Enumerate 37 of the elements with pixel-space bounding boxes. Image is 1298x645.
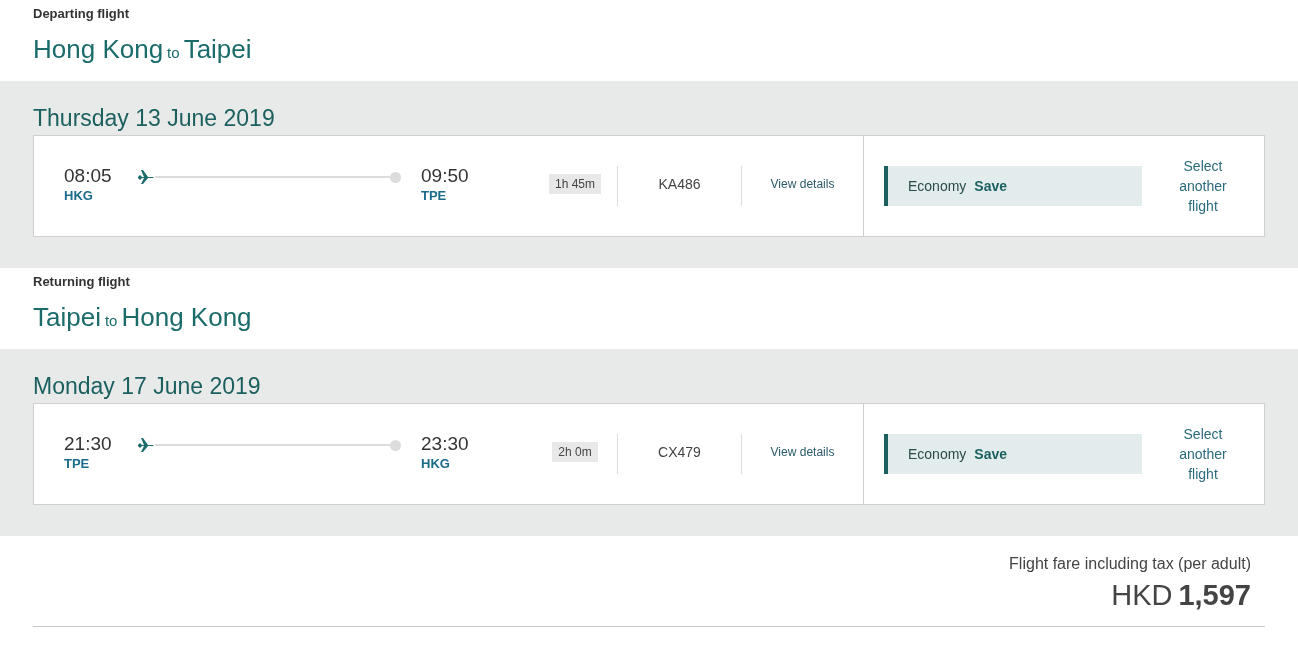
route-connector: to: [104, 310, 118, 331]
airplane-icon: [137, 437, 155, 453]
currency-code: HKD: [1111, 578, 1173, 613]
origin-city: Hong Kong: [33, 32, 164, 66]
flight-number: CX479: [658, 442, 701, 462]
section-label: Returning flight: [33, 273, 131, 291]
airport-code: TPE: [421, 187, 447, 206]
duration-badge: 1h 45m: [549, 174, 601, 194]
view-details-link[interactable]: View details: [770, 175, 835, 193]
section-label: Departing flight: [33, 5, 131, 23]
route-connector: to: [167, 42, 180, 63]
cabin-class: Economy: [908, 444, 967, 464]
cabin-class: Economy: [908, 176, 967, 196]
fare-option[interactable]: Economy Save: [884, 166, 1142, 206]
airport-code: HKG: [64, 187, 93, 206]
select-another-flight-link[interactable]: Select another flight: [1163, 424, 1243, 484]
departure-time: 08:05: [64, 166, 112, 187]
total-fare: 1,597: [1178, 578, 1251, 613]
arrival-time: 23:30: [421, 434, 469, 455]
flight-number: KA486: [658, 174, 701, 194]
flight-date: Thursday 13 June 2019: [33, 104, 275, 133]
destination-city: Hong Kong: [121, 300, 252, 334]
airport-code: HKG: [421, 455, 450, 474]
destination-city: Taipei: [183, 32, 252, 66]
view-details-link[interactable]: View details: [770, 443, 835, 461]
fare-type: Save: [974, 444, 1008, 464]
flight-date: Monday 17 June 2019: [33, 372, 261, 401]
duration-badge: 2h 0m: [552, 442, 598, 462]
airplane-icon: [137, 169, 155, 185]
fare-type: Save: [974, 176, 1008, 196]
fare-option[interactable]: Economy Save: [884, 434, 1142, 474]
select-another-flight-link[interactable]: Select another flight: [1163, 156, 1243, 216]
fare-label: Flight fare including tax (per adult): [1009, 554, 1251, 574]
departure-time: 21:30: [64, 434, 112, 455]
origin-city: Taipei: [33, 300, 101, 334]
airport-code: TPE: [64, 455, 90, 474]
arrival-time: 09:50: [421, 166, 469, 187]
